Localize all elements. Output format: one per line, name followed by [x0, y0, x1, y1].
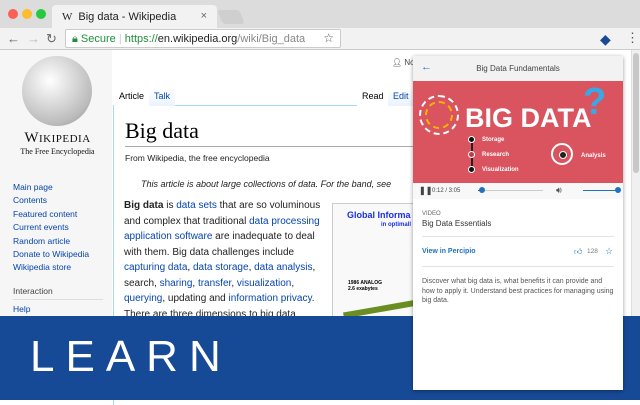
- tab-read[interactable]: Read: [357, 88, 389, 106]
- wikipedia-wordmark: Wikipedia The Free Encyclopedia: [10, 130, 105, 156]
- favorite-star-icon[interactable]: ☆: [605, 246, 613, 257]
- percipio-extension-icon[interactable]: ◆: [600, 31, 611, 48]
- nav-help[interactable]: Help: [13, 304, 30, 314]
- video-description: Discover what big data is, what benefits…: [422, 278, 614, 304]
- pause-icon[interactable]: ❚❚: [419, 186, 432, 195]
- view-in-percipio-link[interactable]: View in Percipio: [422, 248, 476, 255]
- nav-main-page[interactable]: Main page: [13, 181, 89, 194]
- close-tab-icon[interactable]: ×: [201, 10, 207, 22]
- question-mark-graphic: ?: [583, 81, 607, 123]
- tab-talk[interactable]: Talk: [149, 88, 176, 106]
- hero-title: BIG DATA: [465, 103, 592, 133]
- hero-item: Storage: [482, 137, 505, 143]
- nav-current-events[interactable]: Current events: [13, 221, 89, 234]
- minimize-window-button[interactable]: [22, 9, 32, 19]
- seek-handle[interactable]: [479, 187, 486, 193]
- browser-toolbar: ← → ↻ 🔒︎ Secure | https://en.wikipedia.o…: [0, 28, 640, 50]
- back-icon[interactable]: ←: [7, 31, 20, 46]
- content-type: VIDEO: [422, 211, 441, 217]
- video-title: Big Data Essentials: [422, 219, 614, 237]
- user-menu[interactable]: 👤︎ No: [392, 58, 415, 67]
- back-arrow-icon[interactable]: ←: [421, 61, 432, 73]
- tab-edit[interactable]: Edit: [388, 88, 414, 106]
- player-controls: ❚❚ 0:12 / 3:05 🔊︎: [413, 183, 623, 199]
- wikipedia-globe-logo[interactable]: [22, 56, 92, 126]
- volume-icon[interactable]: 🔊︎: [556, 185, 562, 196]
- browser-menu-icon[interactable]: ⋮: [626, 30, 639, 46]
- banner-text: LEARN: [30, 332, 232, 381]
- article-body: Big data is data sets that are so volumi…: [124, 200, 321, 320]
- volume-handle[interactable]: [615, 187, 621, 193]
- target-icon: [551, 143, 573, 165]
- hero-item: Research: [482, 152, 510, 158]
- hero-item: Visualization: [482, 167, 519, 173]
- interaction-heading: Interaction: [13, 286, 103, 300]
- figure-label: 1986 ANALOG 2.6 exabytes: [348, 280, 382, 292]
- url-path: /wiki/Big_data: [237, 33, 306, 45]
- title-bar: W Big data - Wikipedia ×: [0, 0, 640, 28]
- page-scrollbar[interactable]: [631, 50, 640, 316]
- nav-featured-content[interactable]: Featured content: [13, 208, 89, 221]
- timeline-node: [468, 151, 475, 158]
- tagline: The Free Encyclopedia: [20, 147, 95, 156]
- figure-title: Global Informa: [347, 210, 411, 220]
- nav-donate[interactable]: Donate to Wikipedia: [13, 248, 89, 261]
- nav-contents[interactable]: Contents: [13, 194, 89, 207]
- tab-article[interactable]: Article: [114, 88, 150, 106]
- hero-analysis: Analysis: [581, 153, 606, 159]
- video-player[interactable]: BIG DATA ? Storage Research Visualizatio…: [413, 81, 623, 183]
- tab-title: Big data - Wikipedia: [78, 11, 177, 23]
- wiki-nav: Main page Contents Featured content Curr…: [13, 181, 89, 275]
- figure-subtitle: in optimall: [381, 222, 411, 228]
- popup-title: Big Data Fundamentals: [476, 64, 560, 73]
- seek-bar[interactable]: [478, 187, 543, 193]
- timeline-node: [468, 136, 475, 143]
- nav-random-article[interactable]: Random article: [13, 235, 89, 248]
- nav-store[interactable]: Wikipedia store: [13, 261, 89, 274]
- timeline-node: [468, 166, 475, 173]
- hatnote: This article is about large collections …: [141, 179, 392, 189]
- new-tab-button[interactable]: [217, 10, 245, 24]
- volume-slider[interactable]: [583, 187, 621, 193]
- wikipedia-favicon: W: [62, 11, 73, 23]
- infographic-figure[interactable]: Global Informa in optimall 1986 ANALOG 2…: [332, 203, 418, 323]
- wordmark-text: Wikipedia: [24, 130, 91, 146]
- page-title: Big data: [125, 118, 415, 147]
- address-bar[interactable]: 🔒︎ Secure | https://en.wikipedia.org/wik…: [65, 29, 341, 48]
- bookmark-star-icon[interactable]: ☆: [323, 31, 334, 45]
- thumbs-up-icon[interactable]: 👍︎: [574, 247, 582, 257]
- secure-label: Secure: [80, 33, 116, 45]
- playback-time: 0:12 / 3:05: [432, 188, 461, 194]
- browser-tab[interactable]: W Big data - Wikipedia ×: [52, 5, 217, 28]
- ring-graphic-inner: [425, 101, 453, 129]
- lock-icon: 🔒︎: [72, 33, 78, 45]
- popup-header: ← Big Data Fundamentals: [413, 56, 623, 81]
- percipio-popup: ← Big Data Fundamentals BIG DATA ? Storag…: [413, 56, 623, 390]
- url-scheme: https://: [124, 33, 158, 45]
- maximize-window-button[interactable]: [36, 9, 46, 19]
- actions-row: View in Percipio 👍︎ 128 ☆: [422, 237, 614, 267]
- forward-icon[interactable]: →: [27, 31, 40, 46]
- reload-icon[interactable]: ↻: [46, 31, 57, 47]
- url-host: en.wikipedia.org: [157, 33, 238, 45]
- like-count: 128: [587, 248, 598, 255]
- from-wikipedia: From Wikipedia, the free encyclopedia: [125, 153, 270, 163]
- close-window-button[interactable]: [8, 9, 18, 19]
